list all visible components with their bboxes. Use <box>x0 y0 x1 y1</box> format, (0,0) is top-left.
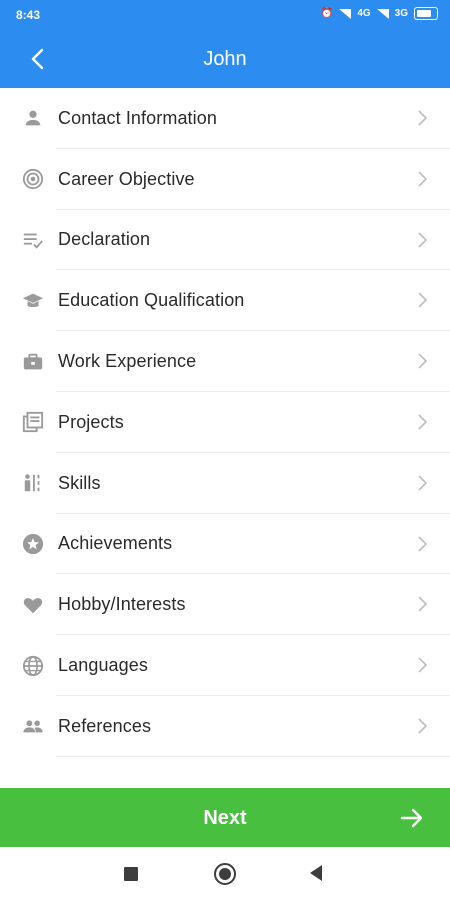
menu-item-label: Achievements <box>58 533 173 554</box>
chevron-right-icon <box>418 657 428 673</box>
app-bar: John <box>0 30 450 88</box>
menu-item-label: Languages <box>58 655 148 676</box>
chevron-right-icon <box>418 718 428 734</box>
menu-item-label: Education Qualification <box>58 290 245 311</box>
system-nav-bar <box>0 847 450 900</box>
star-badge-icon <box>22 533 44 555</box>
menu-item-declaration[interactable]: Declaration <box>0 210 450 271</box>
section-list: Contact Information Career Objective Dec… <box>0 88 450 757</box>
menu-item-references[interactable]: References <box>0 696 450 757</box>
chevron-right-icon <box>418 110 428 126</box>
network-3g-label: 3G <box>394 8 408 19</box>
recents-button[interactable] <box>124 867 138 881</box>
menu-item-contact-information[interactable]: Contact Information <box>0 88 450 149</box>
menu-item-skills[interactable]: Skills <box>0 453 450 514</box>
next-button-label: Next <box>203 807 247 829</box>
signal-icon-2 <box>376 8 389 19</box>
alarm-icon: ⏰ <box>320 8 334 19</box>
chevron-right-icon <box>418 171 428 187</box>
menu-item-education-qualification[interactable]: Education Qualification <box>0 270 450 331</box>
graduation-cap-icon <box>22 293 44 307</box>
signal-icon <box>339 8 352 19</box>
chevron-right-icon <box>418 353 428 369</box>
chevron-right-icon <box>418 414 428 430</box>
chevron-right-icon <box>418 232 428 248</box>
status-bar: 8:43 ⏰ 4G 3G <box>0 0 450 30</box>
network-4g-label: 4G <box>357 8 371 19</box>
page-title: John <box>203 48 247 70</box>
status-icons: ⏰ 4G 3G <box>321 7 438 20</box>
status-time: 8:43 <box>16 8 41 22</box>
menu-item-hobby-interests[interactable]: Hobby/Interests <box>0 574 450 635</box>
menu-item-label: Hobby/Interests <box>58 594 186 615</box>
menu-item-career-objective[interactable]: Career Objective <box>0 149 450 210</box>
next-button[interactable]: Next <box>0 788 450 847</box>
heart-icon <box>23 597 43 614</box>
menu-item-label: Contact Information <box>58 107 217 128</box>
briefcase-icon <box>23 353 43 369</box>
chevron-right-icon <box>418 475 428 491</box>
target-icon <box>22 169 44 190</box>
chevron-right-icon <box>418 596 428 612</box>
menu-item-label: References <box>58 715 152 736</box>
arrow-right-icon <box>400 808 423 828</box>
menu-item-label: Skills <box>58 472 101 493</box>
people-icon <box>23 720 43 733</box>
globe-icon <box>22 655 44 676</box>
menu-item-label: Projects <box>58 411 124 432</box>
menu-item-projects[interactable]: Projects <box>0 392 450 453</box>
skills-icon <box>24 474 40 492</box>
menu-item-work-experience[interactable]: Work Experience <box>0 331 450 392</box>
menu-item-achievements[interactable]: Achievements <box>0 514 450 575</box>
person-icon <box>25 111 41 126</box>
projects-icon <box>22 412 44 433</box>
list-check-icon <box>23 233 43 249</box>
battery-icon <box>414 7 438 20</box>
system-back-button[interactable] <box>310 865 322 881</box>
home-button[interactable] <box>214 863 236 885</box>
chevron-right-icon <box>418 536 428 552</box>
chevron-right-icon <box>418 292 428 308</box>
menu-item-languages[interactable]: Languages <box>0 635 450 696</box>
menu-item-label: Declaration <box>58 229 151 250</box>
menu-item-label: Work Experience <box>58 351 197 372</box>
menu-item-label: Career Objective <box>58 168 195 189</box>
